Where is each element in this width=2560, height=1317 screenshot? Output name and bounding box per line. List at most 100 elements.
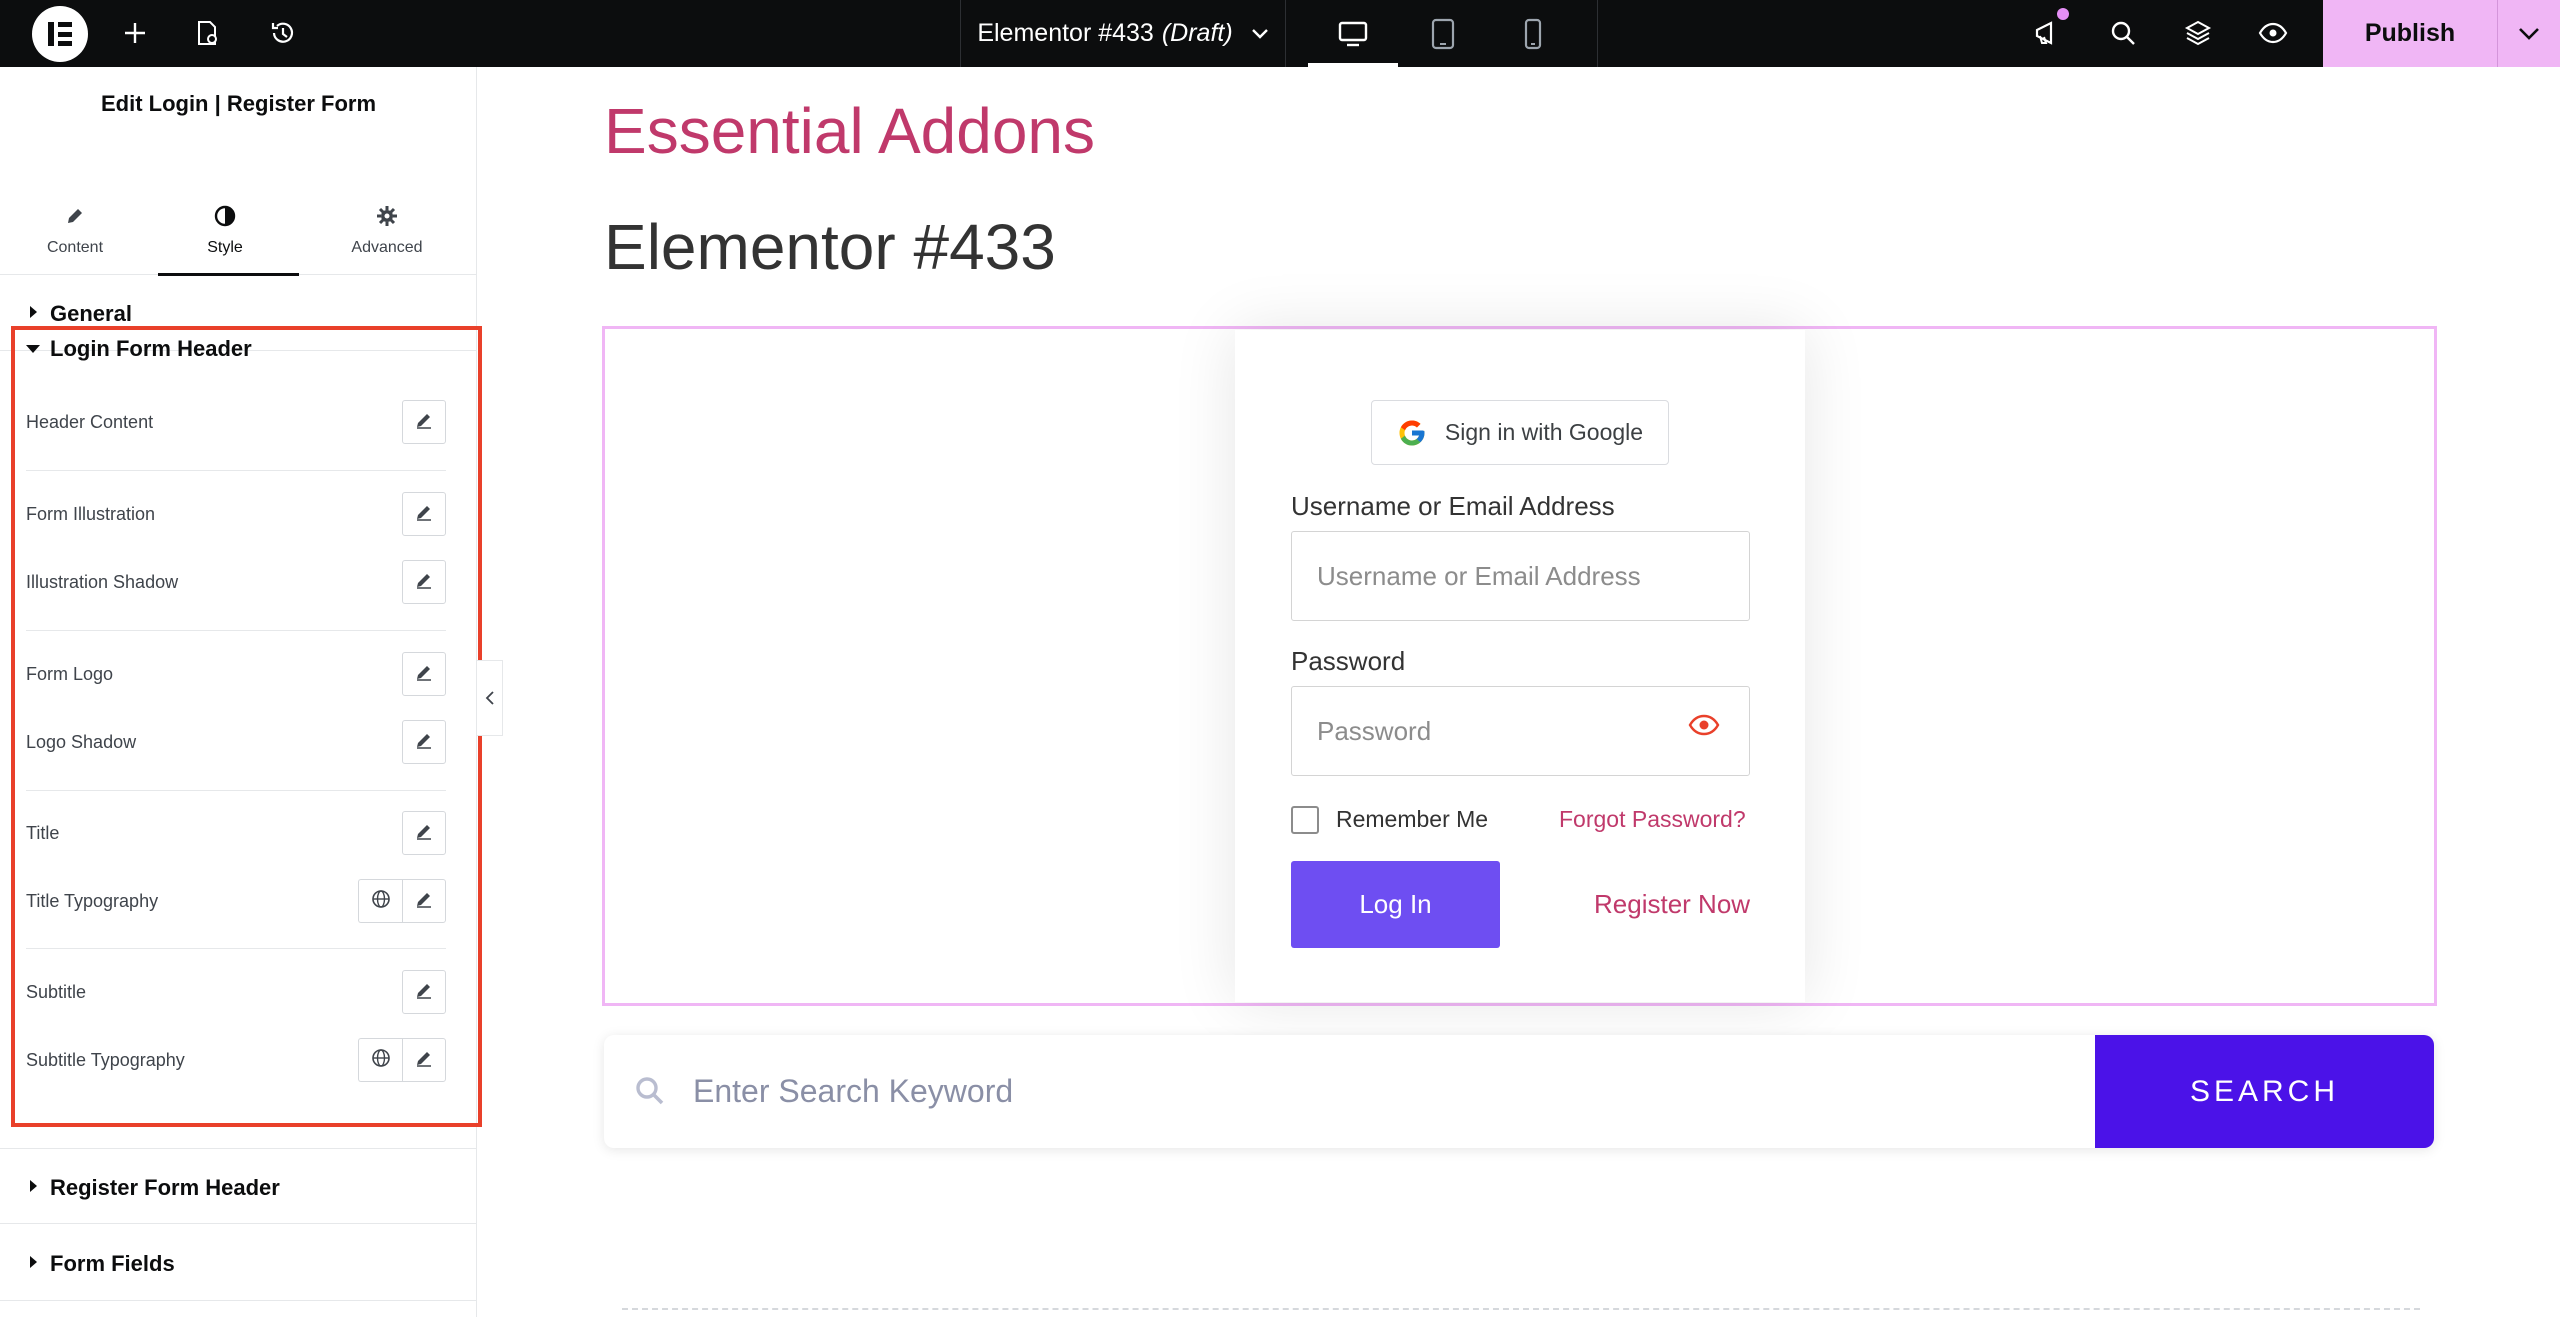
forgot-password-link[interactable]: Forgot Password?: [1559, 806, 1746, 833]
divider: [26, 470, 446, 471]
search-input[interactable]: Enter Search Keyword: [693, 1073, 1013, 1110]
control-subtitle-typography: Subtitle Typography: [26, 1038, 446, 1084]
control-form-logo: Form Logo: [26, 652, 446, 698]
divider: [26, 790, 446, 791]
caret-right-icon: [30, 306, 37, 318]
tab-advanced-label: Advanced: [351, 239, 423, 256]
remember-me-label: Remember Me: [1336, 806, 1489, 832]
google-icon: [1397, 418, 1427, 448]
desktop-icon[interactable]: [1308, 0, 1398, 67]
section-label: Register Form Header: [50, 1175, 280, 1200]
add-section-dropzone[interactable]: [622, 1308, 2420, 1310]
chevron-left-icon: [485, 690, 495, 706]
globe-icon: [371, 1048, 391, 1073]
register-now-link[interactable]: Register Now: [1594, 889, 1750, 920]
password-input[interactable]: Password: [1291, 686, 1750, 776]
chevron-down-icon: [1251, 28, 1269, 40]
preview-eye-icon[interactable]: [2253, 13, 2293, 53]
control-label: Header Content: [26, 412, 154, 432]
control-label: Subtitle Typography: [26, 1050, 185, 1070]
divider: [26, 630, 446, 631]
control-logo-shadow: Logo Shadow: [26, 720, 446, 766]
control-label: Logo Shadow: [26, 732, 137, 752]
edit-button[interactable]: [402, 1038, 446, 1082]
section-label: Form Fields: [50, 1251, 175, 1276]
panel-title: Edit Login | Register Form: [100, 91, 377, 116]
pencil-icon: [414, 889, 434, 914]
elementor-logo-icon[interactable]: [32, 6, 88, 62]
pencil-icon: [414, 980, 434, 1005]
caret-down-icon: [26, 345, 40, 353]
edit-button[interactable]: [402, 560, 446, 604]
contrast-icon: [150, 201, 300, 231]
pencil-icon: [414, 730, 434, 755]
google-signin-button[interactable]: Sign in with Google: [1371, 400, 1669, 465]
control-title: Title: [26, 811, 446, 857]
tab-style[interactable]: Style: [150, 133, 300, 276]
global-button[interactable]: [358, 879, 402, 923]
section-form-fields[interactable]: Form Fields: [0, 1225, 477, 1301]
caret-right-icon: [30, 1180, 37, 1192]
pencil-icon: [414, 821, 434, 846]
control-illustration-shadow: Illustration Shadow: [26, 560, 446, 606]
login-button[interactable]: Log In: [1291, 861, 1500, 948]
edit-button[interactable]: [402, 652, 446, 696]
site-title[interactable]: Essential Addons: [604, 94, 1095, 168]
control-subtitle: Subtitle: [26, 970, 446, 1016]
add-icon[interactable]: [115, 13, 155, 53]
tablet-icon[interactable]: [1398, 0, 1488, 67]
tab-content[interactable]: Content: [0, 133, 150, 275]
edit-button[interactable]: [402, 970, 446, 1014]
publish-button[interactable]: Publish: [2323, 0, 2497, 67]
tab-content-label: Content: [46, 239, 104, 256]
mobile-icon[interactable]: [1488, 0, 1578, 67]
globe-icon: [371, 889, 391, 914]
notification-badge: [2057, 8, 2069, 20]
pencil-icon: [414, 1048, 434, 1073]
password-label: Password: [1291, 646, 1406, 676]
edit-button[interactable]: [402, 400, 446, 444]
section-register-form-header[interactable]: Register Form Header: [0, 1148, 477, 1224]
history-icon[interactable]: [263, 13, 303, 53]
page-title: Elementor #433: [604, 211, 1056, 283]
control-title-typography: Title Typography: [26, 879, 446, 925]
control-label: Form Logo: [26, 664, 114, 684]
show-password-eye-icon[interactable]: [1688, 714, 1720, 741]
control-label: Illustration Shadow: [26, 572, 179, 592]
edit-button[interactable]: [402, 720, 446, 764]
edit-button[interactable]: [402, 879, 446, 923]
search-icon[interactable]: [2103, 13, 2143, 53]
topbar-divider: [1597, 0, 1598, 67]
section-general-label: General: [50, 301, 132, 326]
gear-icon: [312, 201, 462, 231]
caret-right-icon: [30, 1256, 37, 1268]
control-label: Form Illustration: [26, 504, 156, 524]
control-label: Title Typography: [26, 891, 159, 911]
page-settings-icon[interactable]: [187, 13, 227, 53]
tab-advanced[interactable]: Advanced: [312, 133, 462, 275]
collapse-panel-button[interactable]: [477, 660, 503, 736]
edit-button[interactable]: [402, 492, 446, 536]
username-input[interactable]: Username or Email Address: [1291, 531, 1750, 621]
global-button[interactable]: [358, 1038, 402, 1082]
document-title-dropdown[interactable]: Elementor #433 (Draft): [960, 0, 1286, 67]
structure-icon[interactable]: [2178, 13, 2218, 53]
control-label: Subtitle: [26, 982, 87, 1002]
edit-button[interactable]: [402, 811, 446, 855]
control-form-illustration: Form Illustration: [26, 492, 446, 538]
publish-options-button[interactable]: [2497, 0, 2560, 67]
search-icon: [633, 1074, 667, 1113]
pencil-icon: [0, 201, 150, 231]
username-label: Username or Email Address: [1291, 491, 1615, 521]
section-login-form-header[interactable]: Login Form Header: [50, 336, 252, 362]
tab-style-label: Style: [207, 239, 243, 256]
control-header-content: Header Content: [26, 400, 446, 446]
remember-me-checkbox[interactable]: [1291, 806, 1319, 834]
editor-topbar: Elementor #433 (Draft) Publish: [0, 0, 2560, 67]
search-button[interactable]: SEARCH: [2095, 1035, 2434, 1148]
document-status: (Draft): [1161, 19, 1233, 47]
chevron-down-icon: [2518, 27, 2540, 41]
divider: [26, 948, 446, 949]
pencil-icon: [414, 502, 434, 527]
pencil-icon: [414, 410, 434, 435]
